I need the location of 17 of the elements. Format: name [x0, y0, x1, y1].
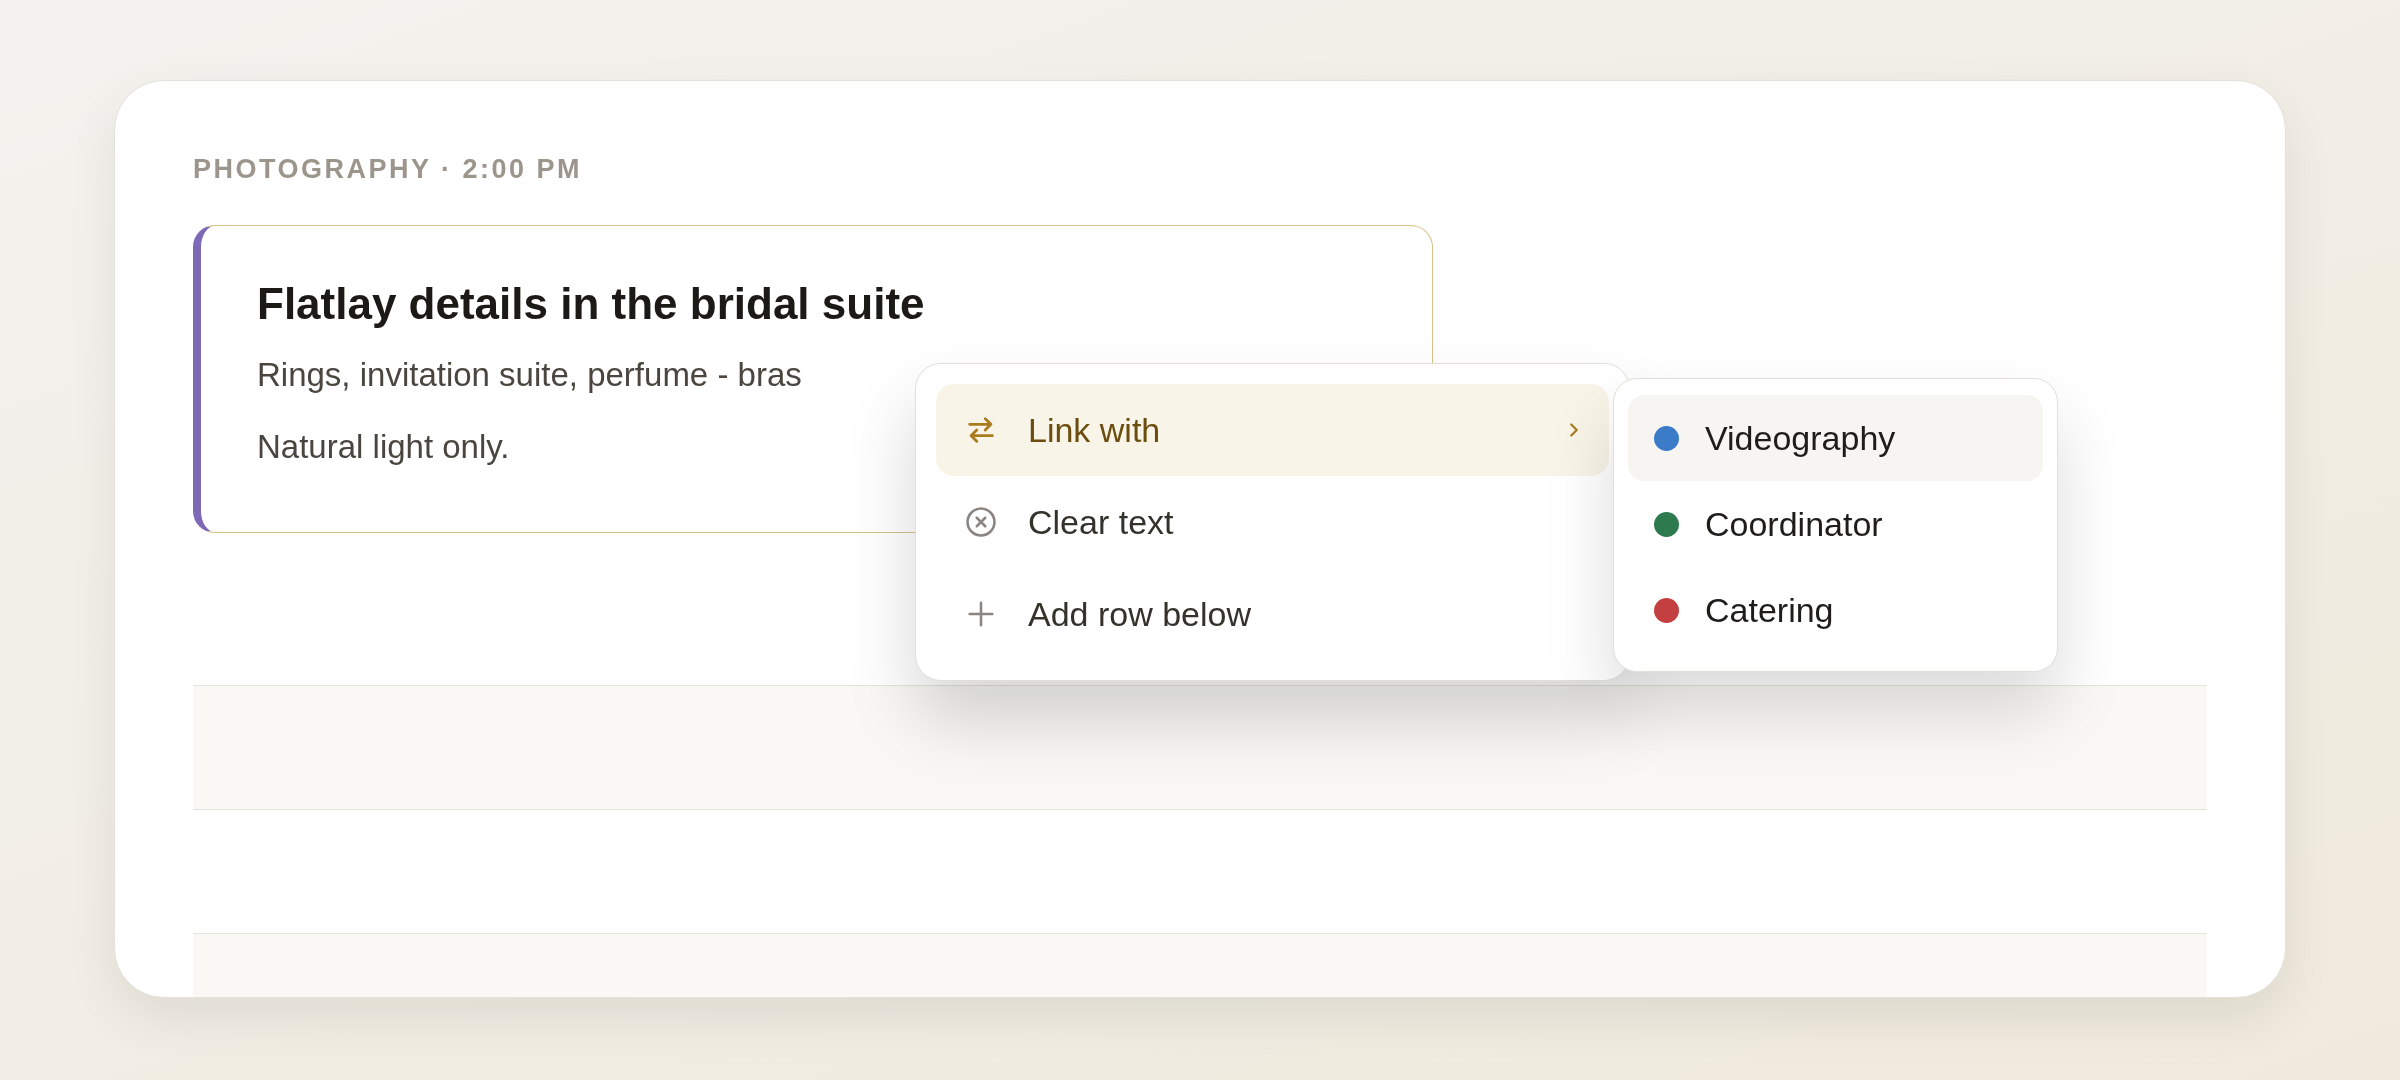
note-text: Natural light only.	[257, 428, 510, 465]
menu-item[interactable]: Add row below	[936, 568, 1609, 660]
note-text: Rings, invitation suite, perfume - bras	[257, 356, 802, 393]
menu-item-label: Link with	[1028, 410, 1162, 450]
submenu-item[interactable]: Catering	[1628, 567, 2043, 653]
menu-item[interactable]: Link with	[936, 384, 1609, 476]
clear-icon	[964, 505, 998, 539]
submenu-item-label: Coordinator	[1705, 504, 1883, 544]
section-label: PHOTOGRAPHY · 2:00 PM	[193, 153, 584, 185]
submenu-item[interactable]: Videography	[1628, 395, 2043, 481]
menu-item-label: Clear text	[1028, 502, 1175, 542]
note-title: Flatlay details in the bridal suite	[257, 278, 926, 330]
submenu-item-label: Videography	[1705, 418, 1896, 458]
submenu-item-label: Catering	[1705, 590, 1834, 630]
menu-item-label: Add row below	[1028, 594, 1252, 634]
menu-item[interactable]: Clear text	[936, 476, 1609, 568]
submenu-item[interactable]: Coordinator	[1628, 481, 2043, 567]
